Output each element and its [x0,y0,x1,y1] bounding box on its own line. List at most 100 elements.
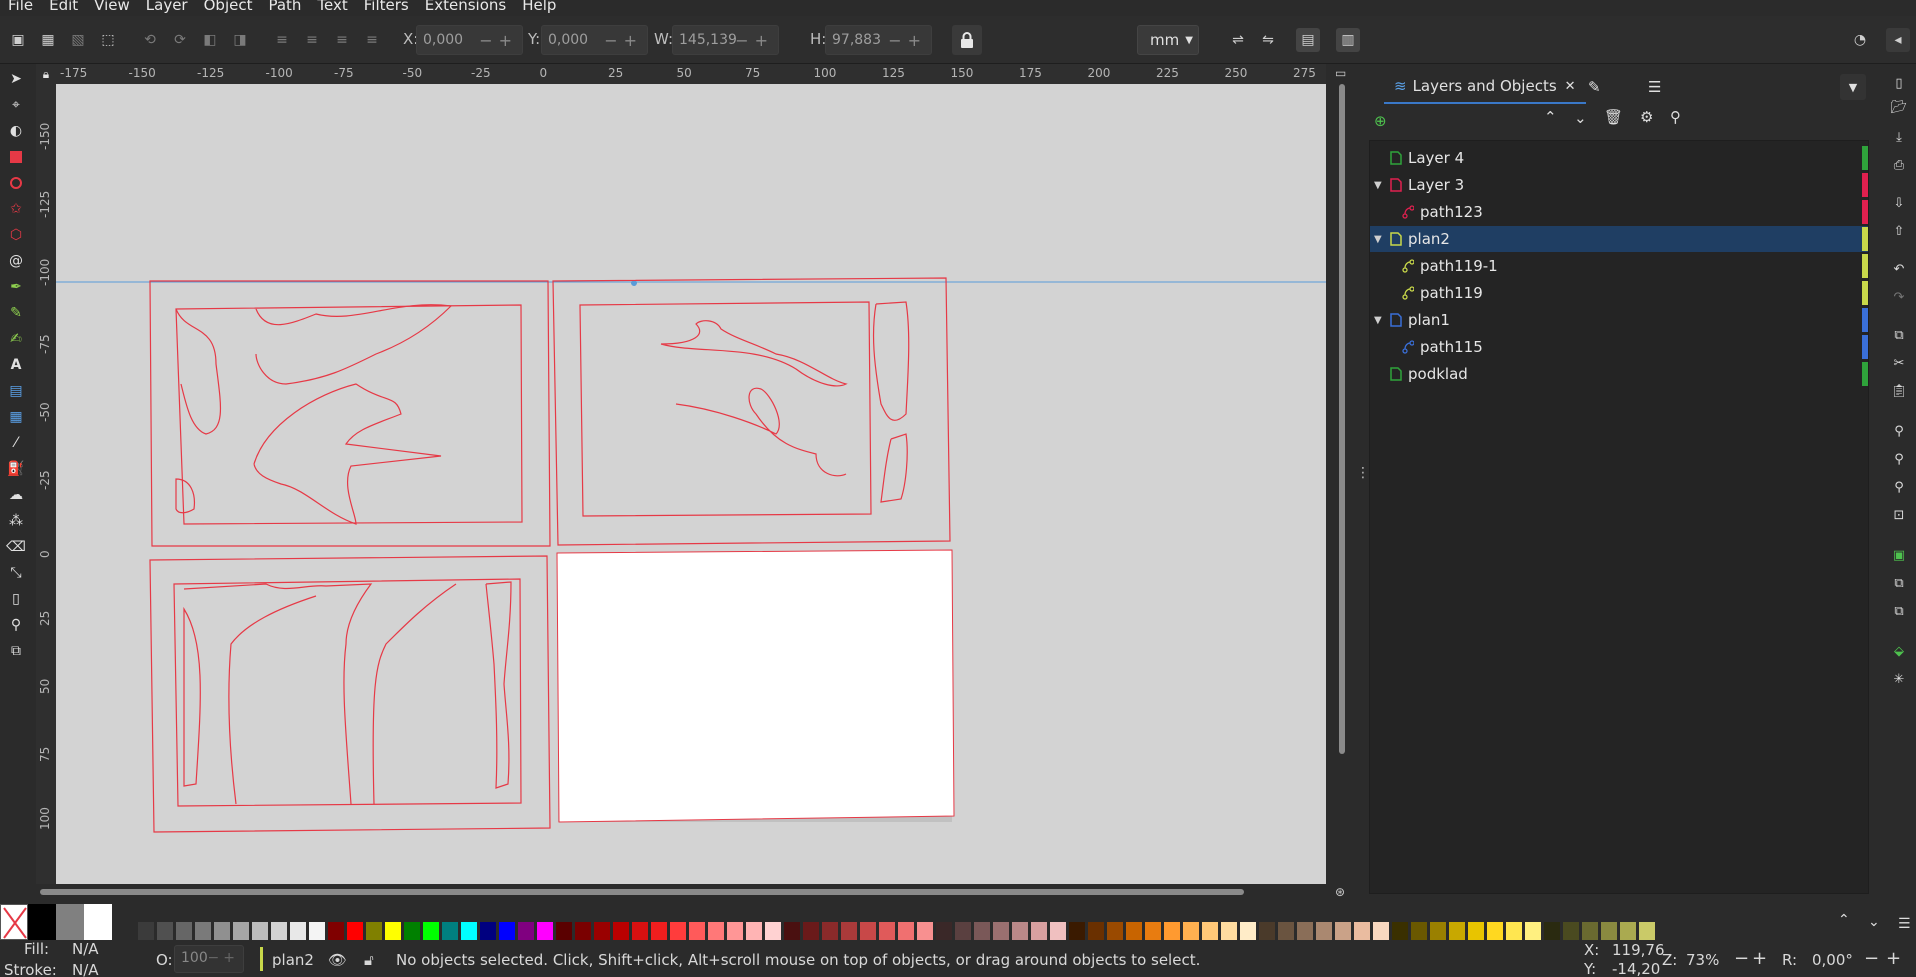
color-swatch[interactable] [1145,922,1161,940]
layer-color-tag[interactable] [1862,173,1868,197]
lower-icon[interactable]: ≡ [330,28,354,52]
group-icon[interactable]: ⬙ [1888,640,1910,662]
color-swatch[interactable] [575,922,591,940]
ungroup-icon[interactable]: ✳ [1888,668,1910,690]
layer-row[interactable]: podklad [1370,361,1868,387]
color-swatch[interactable] [499,922,515,940]
lock-ratio-button[interactable] [952,25,982,55]
color-swatch[interactable] [1525,922,1541,940]
paint-bucket-icon[interactable]: ⛽ [5,458,27,480]
color-swatch[interactable] [1639,922,1655,940]
panel-3-trunk-c[interactable] [372,583,457,805]
dock-menu-button[interactable]: ▼ [1840,74,1866,100]
color-swatch[interactable] [290,922,306,940]
transform-gradients-icon[interactable]: ▤ [1296,28,1320,52]
palette-scroll-up-icon[interactable]: ⌃ [1838,912,1850,928]
palette-menu-icon[interactable]: ☰ [1898,916,1911,932]
layer-color-tag[interactable] [1862,335,1868,359]
node-tool-icon[interactable]: ⌖ [5,94,27,116]
dock-resize-handle[interactable]: ⋮ [1356,465,1370,481]
panel-1-cutout-a[interactable] [175,308,221,435]
pen-tool-icon[interactable]: ✒ [5,276,27,298]
black-swatch[interactable] [28,904,56,940]
panel-2-cutout-b[interactable] [660,320,848,387]
color-swatch[interactable] [404,922,420,940]
color-swatch[interactable] [955,922,971,940]
white-swatch[interactable] [84,904,112,940]
color-swatch[interactable] [1411,922,1427,940]
color-swatch[interactable] [746,922,762,940]
panel-1-cutout-c[interactable] [253,383,442,525]
star-tool-icon[interactable]: ✩ [5,198,27,220]
color-swatch[interactable] [138,922,154,940]
tab-layers-and-objects[interactable]: ≋ Layers and Objects ✕ [1384,70,1586,104]
layer-row[interactable]: ▼ plan1 [1370,307,1868,333]
ellipse-tool-icon[interactable] [5,172,27,194]
zoom-in-icon[interactable]: + [1752,948,1767,969]
menu-item-object[interactable]: Object [196,0,261,13]
raise-to-top-icon[interactable]: ≡ [270,28,294,52]
menu-item-path[interactable]: Path [260,0,309,13]
panel-3-cutout-a[interactable] [485,581,512,789]
color-swatch[interactable] [1316,922,1332,940]
unlock-icon[interactable]: 🔓︎ [364,951,374,969]
3d-box-tool-icon[interactable]: ⬡ [5,224,27,246]
select-all-icon[interactable]: ▣ [6,28,30,52]
color-swatch[interactable] [442,922,458,940]
horizontal-scrollbar-thumb[interactable] [40,889,1244,895]
layer-color-tag[interactable] [1862,281,1868,305]
h-stepper-icon[interactable]: −+ [888,31,927,50]
color-swatch[interactable] [1449,922,1465,940]
snap-menu-icon[interactable]: ◂ [1886,28,1910,52]
panel-3-trunk-b[interactable] [228,595,317,805]
color-swatch[interactable] [727,922,743,940]
panel-2-inner[interactable] [579,301,872,517]
color-swatch[interactable] [917,922,933,940]
expand-chevron-icon[interactable]: ▼ [1374,234,1382,245]
color-swatch[interactable] [1430,922,1446,940]
color-swatch[interactable] [195,922,211,940]
zoom-selection-icon[interactable]: ⚲ [1888,420,1910,442]
deselect-icon[interactable]: ⬚ [96,28,120,52]
no-paint-swatch[interactable] [0,904,28,940]
color-swatch[interactable] [1620,922,1636,940]
panel-1-inner[interactable] [175,304,523,525]
color-swatch[interactable] [689,922,705,940]
color-swatch[interactable] [632,922,648,940]
panel-1-cutout-b[interactable] [255,304,453,385]
calligraphy-tool-icon[interactable]: ✍ [5,328,27,350]
color-swatch[interactable] [366,922,382,940]
color-swatch[interactable] [176,922,192,940]
flip-vertical-icon[interactable]: ◨ [228,28,252,52]
color-swatch[interactable] [1563,922,1579,940]
spiral-tool-icon[interactable]: @ [5,250,27,272]
color-swatch[interactable] [822,922,838,940]
color-swatch[interactable] [1373,922,1389,940]
color-swatch[interactable] [1487,922,1503,940]
panel-2-cutout-d[interactable] [880,433,908,503]
import-icon[interactable]: ⇩ [1888,192,1910,214]
search-icon[interactable]: ⚲ [1670,108,1681,126]
open-file-icon[interactable]: 📂︎ [1888,96,1910,118]
color-swatch[interactable] [1031,922,1047,940]
gray-swatch[interactable] [56,904,84,940]
panel-2-cutout-a[interactable] [872,301,910,421]
save-icon[interactable]: ⤓ [1888,126,1910,148]
color-swatch[interactable] [1354,922,1370,940]
color-swatch[interactable] [233,922,249,940]
shape-builder-icon[interactable]: ◐ [5,120,27,142]
panel-3-trunk-a[interactable] [183,583,373,805]
selector-tool-icon[interactable]: ➤ [5,68,27,90]
copy-icon[interactable]: ⧉ [1888,324,1910,346]
color-swatch[interactable] [1126,922,1142,940]
color-swatch[interactable] [1012,922,1028,940]
menu-item-layer[interactable]: Layer [138,0,196,13]
color-swatch[interactable] [613,922,629,940]
spray-tool-icon[interactable]: ⁂ [5,510,27,532]
paste-icon[interactable]: 📋︎ [1888,380,1910,402]
add-layer-icon[interactable]: ⊕ [1374,112,1388,130]
color-swatch[interactable] [1278,922,1294,940]
close-tab-icon[interactable]: ✕ [1565,79,1576,94]
connector-tool-icon[interactable]: ⤡ [5,562,27,584]
color-swatch[interactable] [1088,922,1104,940]
